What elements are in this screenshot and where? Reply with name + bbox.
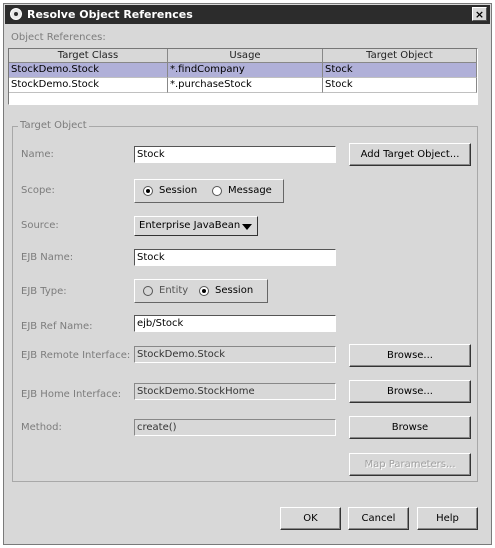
- ok-button[interactable]: OK: [280, 507, 341, 530]
- method-label: Method:: [21, 422, 62, 433]
- title-bar: Resolve Object References ×: [5, 5, 490, 24]
- ejb-remote-interface-field: StockDemo.Stock: [134, 346, 336, 363]
- ejb-home-interface-field: StockDemo.StockHome: [134, 383, 336, 400]
- column-header-usage[interactable]: Usage: [168, 49, 323, 63]
- table-row[interactable]: StockDemo.Stock *.purchaseStock Stock: [9, 78, 477, 93]
- ejb-name-label: EJB Name:: [21, 252, 74, 263]
- ejb-type-entity-label[interactable]: Entity: [159, 285, 188, 296]
- scope-message-label[interactable]: Message: [228, 185, 272, 196]
- close-icon[interactable]: ×: [472, 7, 487, 21]
- help-button[interactable]: Help: [417, 507, 478, 530]
- browse-home-interface-button[interactable]: Browse...: [349, 380, 471, 403]
- map-parameters-button: Map Parameters...: [349, 453, 471, 476]
- window-title: Resolve Object References: [27, 8, 193, 21]
- ejb-type-session-radio[interactable]: [199, 286, 209, 296]
- column-header-target-object[interactable]: Target Object: [323, 49, 477, 63]
- column-header-target-class[interactable]: Target Class: [9, 49, 168, 63]
- chevron-down-icon[interactable]: [242, 224, 252, 230]
- cancel-button[interactable]: Cancel: [348, 507, 409, 530]
- scope-message-radio[interactable]: [212, 186, 222, 196]
- table-row[interactable]: StockDemo.Stock *.findCompany Stock: [9, 63, 477, 78]
- cell-target-object: Stock: [323, 63, 477, 78]
- scope-session-label[interactable]: Session: [159, 185, 197, 196]
- target-object-legend: Target Object: [18, 120, 89, 131]
- scope-session-radio[interactable]: [143, 186, 153, 196]
- ejb-type-radio-group: Entity Session: [134, 279, 268, 303]
- cell-target-object: Stock: [323, 78, 477, 93]
- object-references-label: Object References:: [11, 32, 106, 43]
- method-field: create(): [134, 419, 336, 436]
- name-field[interactable]: Stock: [134, 146, 336, 163]
- object-references-table: Target Class Usage Target Object StockDe…: [8, 48, 478, 105]
- ejb-type-session-label[interactable]: Session: [215, 285, 253, 296]
- source-label: Source:: [21, 220, 59, 231]
- cell-target-class: StockDemo.Stock: [9, 63, 168, 78]
- name-label: Name:: [21, 149, 54, 160]
- scope-label: Scope:: [21, 185, 55, 196]
- browse-remote-interface-button[interactable]: Browse...: [349, 344, 471, 367]
- cell-usage: *.findCompany: [168, 63, 323, 78]
- ejb-type-entity-radio[interactable]: [143, 286, 153, 296]
- ejb-type-label: EJB Type:: [21, 286, 67, 297]
- scope-radio-group: Session Message: [134, 179, 284, 203]
- ejb-ref-name-label: EJB Ref Name:: [21, 321, 93, 332]
- source-selected-value: Enterprise JavaBean: [139, 220, 241, 231]
- table-header: Target Class Usage Target Object: [9, 49, 477, 63]
- ejb-remote-interface-label: EJB Remote Interface:: [21, 350, 131, 361]
- browse-method-button[interactable]: Browse: [349, 416, 471, 439]
- ejb-home-interface-label: EJB Home Interface:: [21, 389, 122, 400]
- source-dropdown[interactable]: Enterprise JavaBean: [134, 216, 258, 236]
- add-target-object-button[interactable]: Add Target Object...: [349, 143, 471, 166]
- ejb-ref-name-field[interactable]: ejb/Stock: [134, 315, 336, 332]
- cell-target-class: StockDemo.Stock: [9, 78, 168, 93]
- cell-usage: *.purchaseStock: [168, 78, 323, 93]
- app-icon: [10, 8, 22, 20]
- ejb-name-field[interactable]: Stock: [134, 249, 336, 266]
